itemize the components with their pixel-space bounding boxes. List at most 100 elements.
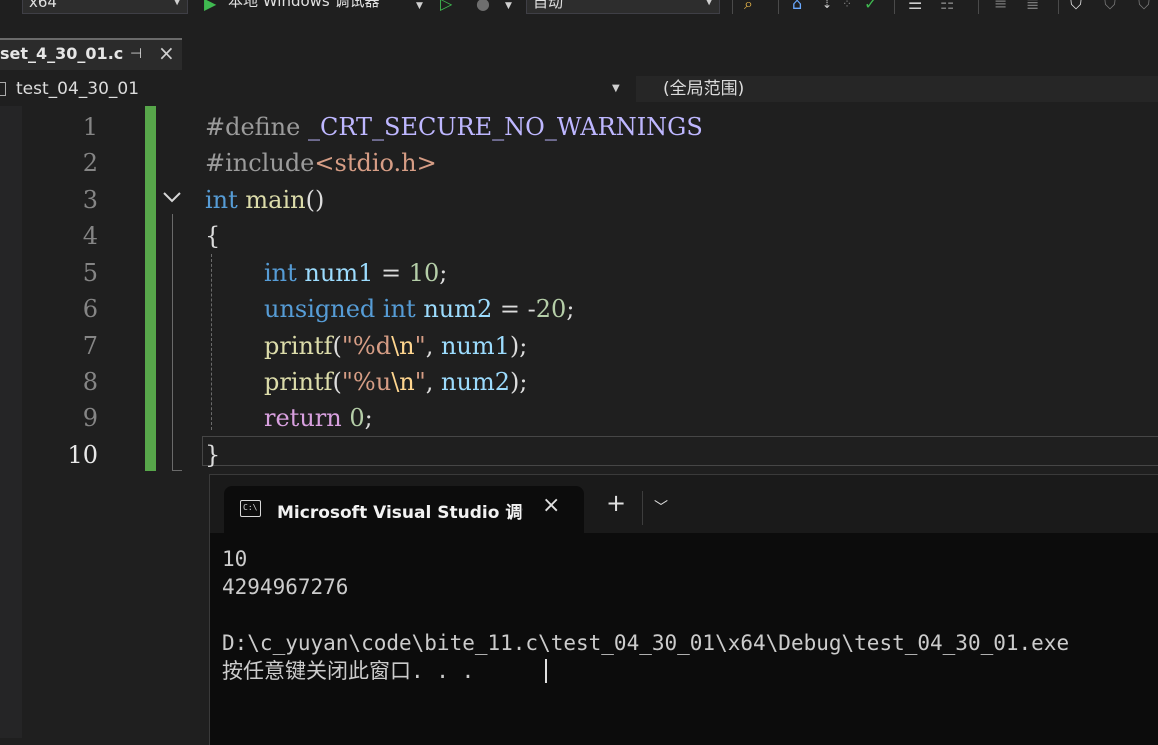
prev-bookmark-icon[interactable]: ⛉	[1104, 0, 1116, 12]
indent-guide	[211, 254, 212, 430]
toolbar-separator	[894, 0, 895, 14]
punctuation: );	[509, 332, 528, 360]
toolbar: x64 ▼ ▶ 本地 Windows 调试器 ▼ ▷ ● ▼ 自动 ▼ ⌕ ⌂ …	[0, 0, 1158, 18]
code-line: #define _CRT_SECURE_NO_WARNINGS	[205, 109, 703, 145]
check-icon[interactable]: ✓	[864, 0, 877, 12]
comment-icon[interactable]: ☰	[908, 0, 922, 12]
scope-label: (全局范围)	[663, 79, 745, 99]
document-tab-strip: set_4_30_01.c ⊣ ×	[0, 18, 1158, 70]
text-cursor	[545, 659, 547, 683]
code-line: int num1 = 10;	[264, 255, 447, 291]
variable: num2	[423, 295, 493, 323]
keyword: return	[264, 404, 342, 432]
console-output-line: 10	[222, 547, 248, 571]
chevron-down-icon[interactable]: ▼	[505, 0, 512, 14]
function-name: printf	[264, 368, 333, 396]
code-line: unsigned int num2 = -20;	[264, 291, 574, 327]
punctuation: ,	[425, 332, 441, 360]
line-number: 3	[82, 186, 98, 214]
chevron-down-icon[interactable]: ▼	[416, 0, 423, 14]
line-number: 8	[82, 368, 98, 396]
start-debug-icon[interactable]: ▶	[204, 0, 216, 12]
keyword: unsigned int	[264, 295, 416, 323]
preprocessor-directive: #include	[205, 149, 315, 177]
number-literal: 20	[535, 295, 567, 323]
pin-icon[interactable]: ⊣	[130, 46, 142, 62]
operator: =	[373, 259, 409, 287]
collapse-chevron-icon[interactable]	[161, 186, 183, 208]
line-number: 1	[82, 113, 98, 141]
run-debugger-label[interactable]: 本地 Windows 调试器	[228, 0, 380, 9]
variable: num2	[441, 368, 510, 396]
line-number: 7	[82, 332, 98, 360]
punctuation: );	[510, 368, 528, 396]
project-name: test_04_30_01	[16, 79, 140, 99]
chevron-down-icon[interactable]: ﹀	[654, 497, 668, 517]
punctuation: ;	[364, 404, 373, 432]
punctuation: {	[205, 222, 221, 250]
console-output-line: 4294967276	[222, 575, 349, 599]
escape-sequence: \n	[391, 368, 415, 396]
document-tab[interactable]: set_4_30_01.c ⊣ ×	[0, 38, 182, 70]
navigation-bar: test_04_30_01 ▼ (全局范围)	[0, 72, 1158, 107]
function-name: main	[245, 186, 306, 214]
keyword: int	[205, 186, 238, 214]
record-icon[interactable]: ●	[476, 0, 490, 12]
punctuation: ,	[425, 368, 442, 396]
toolbar-separator	[978, 0, 979, 14]
config-value: 自动	[533, 0, 564, 11]
string-literal: "%d	[341, 332, 392, 360]
document-tab-label: set_4_30_01.c	[0, 44, 124, 63]
code-line: }	[205, 437, 220, 473]
outline-guide-end	[172, 470, 182, 471]
variable: num1	[304, 259, 374, 287]
console-tab-title: Microsoft Visual Studio 调试控	[277, 503, 523, 523]
debug-console-window[interactable]: C:\ Microsoft Visual Studio 调试控 × + ﹀ 10…	[209, 474, 1158, 745]
outdent-icon[interactable]: ≡	[994, 0, 1007, 12]
indent-icon[interactable]: ≣	[1026, 0, 1039, 12]
toolbar-separator	[1058, 0, 1059, 14]
toolbar-separator	[732, 0, 733, 14]
punctuation: (	[332, 332, 342, 360]
string-literal: "%u	[341, 368, 392, 396]
line-number: 4	[82, 222, 98, 250]
preprocessor-directive: #define	[205, 113, 301, 141]
code-line: return 0;	[264, 400, 373, 436]
function-name: printf	[264, 332, 333, 360]
macro-name: _CRT_SECURE_NO_WARNINGS	[307, 113, 703, 141]
string-literal: "	[414, 332, 426, 360]
home-icon[interactable]: ⌂	[792, 0, 802, 12]
close-icon[interactable]: ×	[158, 41, 175, 65]
bookmark-icon[interactable]: ⛉	[1070, 0, 1082, 12]
line-number: 9	[82, 404, 98, 432]
line-number: 5	[82, 259, 98, 287]
platform-value: x64	[29, 0, 57, 11]
start-without-debug-icon[interactable]: ▷	[440, 0, 452, 12]
console-title-bar: C:\ Microsoft Visual Studio 调试控 × + ﹀	[210, 475, 1158, 533]
string-literal: "	[414, 368, 426, 396]
new-tab-plus-icon[interactable]: +	[606, 491, 626, 515]
number-literal: 10	[408, 259, 440, 287]
next-bookmark-icon[interactable]: ⛉	[1138, 0, 1150, 12]
console-tab[interactable]: C:\ Microsoft Visual Studio 调试控 ×	[224, 486, 584, 533]
close-icon[interactable]: ×	[542, 493, 560, 518]
platform-dropdown[interactable]: x64 ▼	[22, 0, 188, 14]
scope-dropdown[interactable]: (全局范围)	[636, 76, 1158, 102]
toolbar-separator	[778, 0, 779, 14]
uncomment-icon[interactable]: ☷	[940, 0, 954, 12]
operator: = -	[492, 295, 536, 323]
config-dropdown[interactable]: 自动 ▼	[526, 0, 720, 14]
console-output-line: D:\c_yuyan\code\bite_11.c\test_04_30_01\…	[222, 631, 1070, 655]
filter-icon[interactable]: ⇣	[822, 0, 832, 12]
include-header: <stdio.h>	[314, 149, 437, 177]
keyword: int	[264, 259, 297, 287]
terminal-icon: C:\	[240, 500, 261, 517]
project-dropdown[interactable]: test_04_30_01 ▼	[0, 76, 628, 102]
line-number: 6	[82, 295, 98, 323]
outline-guide	[172, 214, 173, 470]
find-in-files-icon[interactable]: ⌕	[744, 0, 753, 12]
change-tracking-bar	[145, 106, 156, 471]
variable: num1	[440, 332, 510, 360]
dots-icon[interactable]: ⁘	[842, 0, 852, 12]
code-line: printf("%d\n", num1);	[264, 328, 527, 364]
